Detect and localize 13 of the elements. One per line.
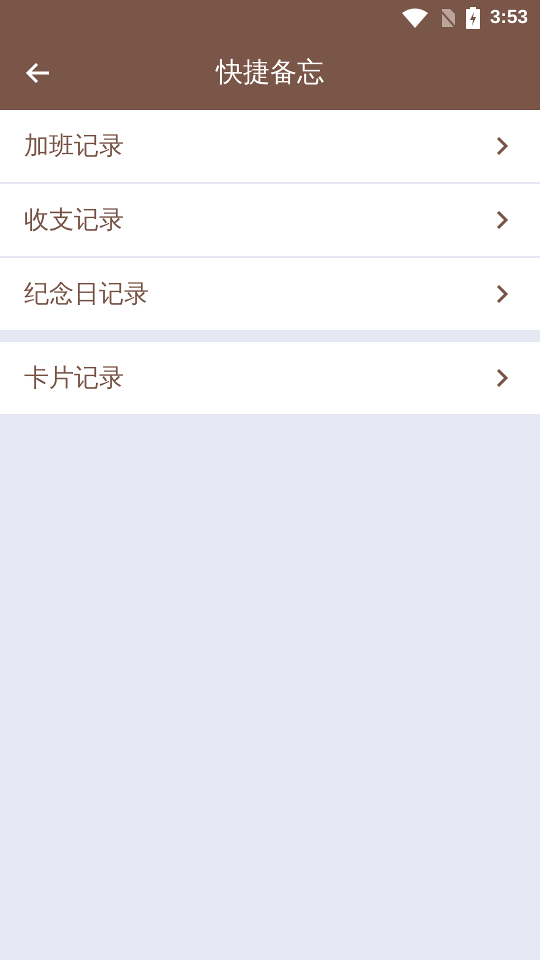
battery-charging-icon bbox=[466, 7, 480, 29]
menu-row[interactable]: 纪念日记录 bbox=[0, 258, 540, 330]
chevron-right-icon bbox=[496, 210, 508, 230]
chevron-right-icon bbox=[496, 136, 508, 156]
status-time: 3:53 bbox=[490, 6, 528, 30]
wifi-icon bbox=[402, 8, 428, 28]
menu-row[interactable]: 卡片记录 bbox=[0, 342, 540, 414]
chevron-right-icon bbox=[496, 368, 508, 388]
menu-row[interactable]: 加班记录 bbox=[0, 110, 540, 182]
back-arrow-icon bbox=[25, 61, 51, 85]
page-title: 快捷备忘 bbox=[216, 56, 324, 90]
menu-row[interactable]: 收支记录 bbox=[0, 184, 540, 256]
chevron-right-icon bbox=[496, 284, 508, 304]
